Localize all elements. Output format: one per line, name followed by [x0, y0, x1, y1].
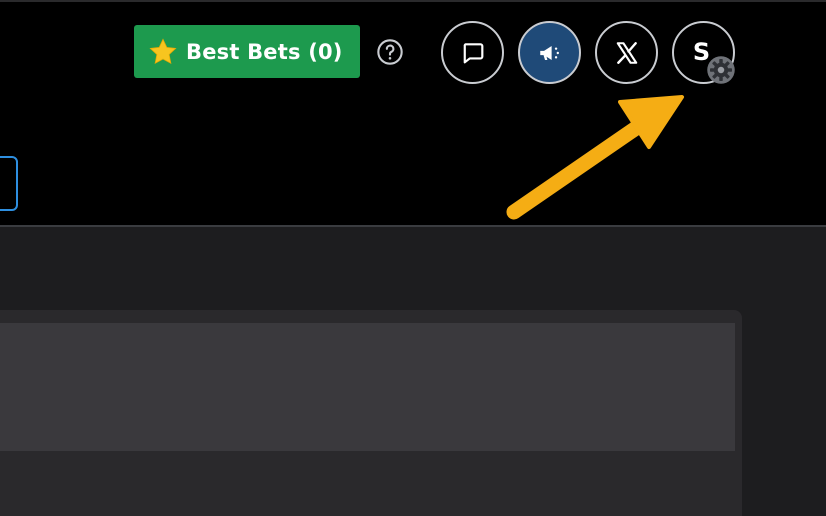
- best-bets-button[interactable]: Best Bets (0): [134, 25, 360, 78]
- megaphone-icon: [539, 45, 559, 60]
- star-icon: [149, 37, 177, 64]
- chat-button[interactable]: [441, 21, 504, 84]
- x-social-button[interactable]: [595, 21, 658, 84]
- gear-icon[interactable]: [706, 55, 736, 85]
- panel-row: [0, 323, 735, 451]
- top-edge-line: [0, 0, 826, 2]
- x-logo-icon: [616, 41, 637, 64]
- top-header: Best Bets (0) S: [0, 0, 826, 227]
- help-circle-icon[interactable]: [376, 38, 404, 66]
- truncated-outlined-button[interactable]: [0, 156, 18, 211]
- announcements-button[interactable]: [518, 21, 581, 84]
- best-bets-label: Best Bets (0): [186, 39, 343, 64]
- chat-bubble-icon: [463, 42, 483, 63]
